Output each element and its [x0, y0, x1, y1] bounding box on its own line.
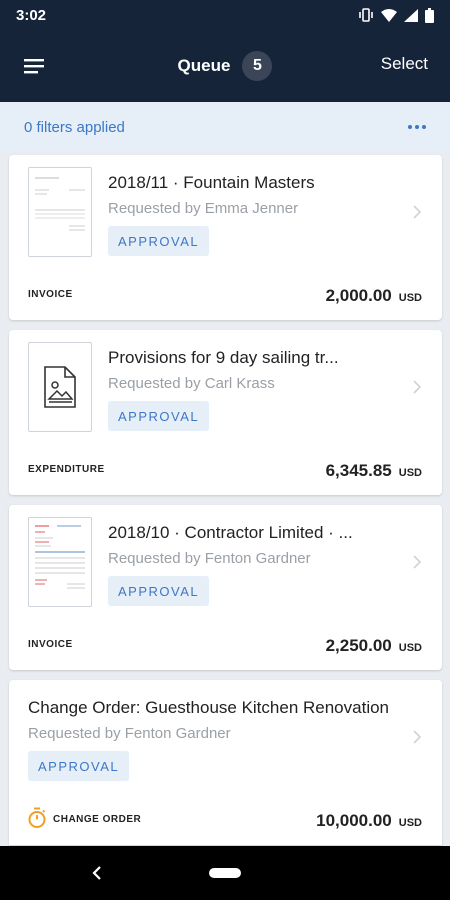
amount-currency: USD [398, 817, 422, 829]
status-time: 3:02 [16, 6, 47, 24]
amount-currency: USD [398, 467, 422, 479]
status-badge: APPROVAL [108, 576, 210, 606]
amount-value: 2,000.00 [325, 286, 392, 305]
app-bar: Queue 5 Select [0, 30, 450, 102]
amount-currency: USD [398, 292, 422, 304]
queue-card[interactable]: Change Order: Guesthouse Kitchen Renovat… [9, 680, 442, 845]
status-icons [358, 7, 434, 23]
image-placeholder-icon [44, 366, 76, 408]
amount-value: 10,000.00 [316, 811, 392, 830]
queue-card[interactable]: Provisions for 9 day sailing tr... Reque… [9, 330, 442, 495]
timer-icon [28, 807, 46, 828]
chevron-right-icon [413, 555, 422, 569]
queue-card[interactable]: 2018/10 · Contractor Limited · ... Reque… [9, 505, 442, 670]
filter-bar[interactable]: 0 filters applied [0, 102, 450, 152]
card-amount: 10,000.00 USD [316, 811, 422, 831]
status-bar: 3:02 [0, 0, 450, 30]
chevron-right-icon [413, 730, 422, 744]
card-requested-by: Requested by Emma Jenner [108, 200, 299, 217]
filters-applied-label: 0 filters applied [24, 118, 125, 136]
card-type: INVOICE [28, 639, 73, 650]
signal-icon [404, 8, 418, 22]
queue-card[interactable]: 2018/11 · Fountain Masters Requested by … [9, 155, 442, 320]
wifi-icon [381, 8, 397, 22]
card-title: Change Order: Guesthouse Kitchen Renovat… [28, 698, 390, 717]
card-amount: 6,345.85 USD [326, 461, 422, 481]
vibrate-icon [359, 8, 373, 22]
chevron-right-icon [413, 205, 422, 219]
home-pill-icon[interactable] [209, 868, 241, 878]
more-horizontal-icon[interactable] [408, 125, 426, 129]
status-badge: APPROVAL [28, 751, 130, 781]
queue-count-badge: 5 [242, 51, 273, 81]
amount-value: 6,345.85 [325, 461, 392, 480]
card-amount: 2,000.00 USD [326, 286, 422, 306]
system-nav-bar [0, 846, 450, 900]
select-button[interactable]: Select [381, 54, 428, 74]
status-badge: APPROVAL [108, 226, 210, 256]
chevron-right-icon [413, 380, 422, 394]
card-requested-by: Requested by Fenton Gardner [28, 725, 231, 742]
card-type: EXPENDITURE [28, 464, 105, 475]
status-badge: APPROVAL [108, 401, 210, 431]
amount-value: 2,250.00 [325, 636, 392, 655]
document-thumbnail [28, 342, 92, 432]
back-icon[interactable] [90, 864, 104, 882]
card-title: 2018/11 · Fountain Masters [108, 173, 315, 192]
card-requested-by: Requested by Carl Krass [108, 375, 275, 392]
menu-icon[interactable] [22, 54, 48, 78]
document-thumbnail [28, 517, 92, 607]
card-type: INVOICE [28, 289, 73, 300]
document-thumbnail [28, 167, 92, 257]
card-title: Provisions for 9 day sailing tr... [108, 348, 339, 367]
card-type: CHANGE ORDER [53, 814, 142, 825]
card-requested-by: Requested by Fenton Gardner [108, 550, 311, 567]
card-amount: 2,250.00 USD [326, 636, 422, 656]
amount-currency: USD [398, 642, 422, 654]
battery-icon [425, 7, 434, 23]
card-title: 2018/10 · Contractor Limited · ... [108, 523, 353, 542]
page-title: Queue [177, 56, 231, 75]
